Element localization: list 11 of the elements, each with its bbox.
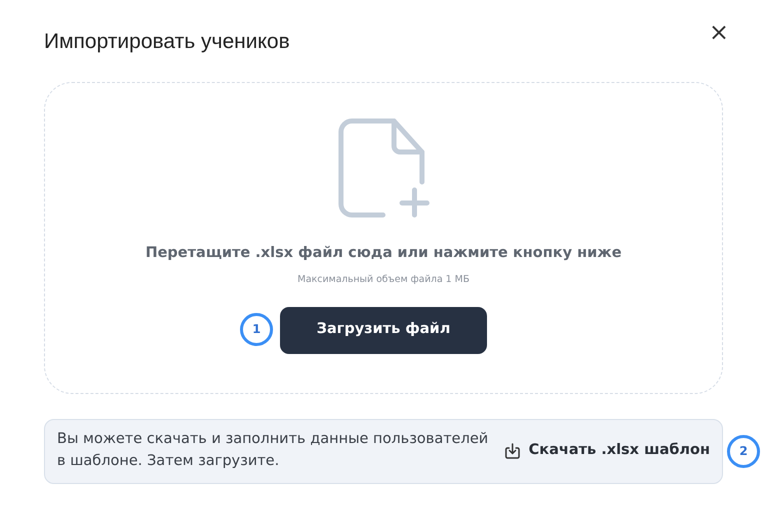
download-template-link[interactable]: Скачать .xlsx шаблон — [504, 440, 710, 462]
close-button[interactable]: × — [708, 20, 729, 44]
step-marker: 2 — [727, 434, 760, 468]
file-size-limit: Максимальный объем файла 1 МБ — [298, 273, 470, 288]
download-icon — [504, 442, 521, 460]
info-text: Вы можете скачать и заполнить данные пользователей в шаблоне. Затем загрузите. — [57, 430, 490, 471]
upload-button[interactable]: Загрузить файл — [280, 306, 487, 354]
step-marker: 1 — [240, 312, 273, 346]
dropzone-hint: Перетащите .xlsx файл сюда или нажмите кнопку ниже — [145, 244, 622, 262]
file-add-icon — [338, 118, 430, 218]
dialog-title: Импортировать учеников — [44, 29, 290, 55]
